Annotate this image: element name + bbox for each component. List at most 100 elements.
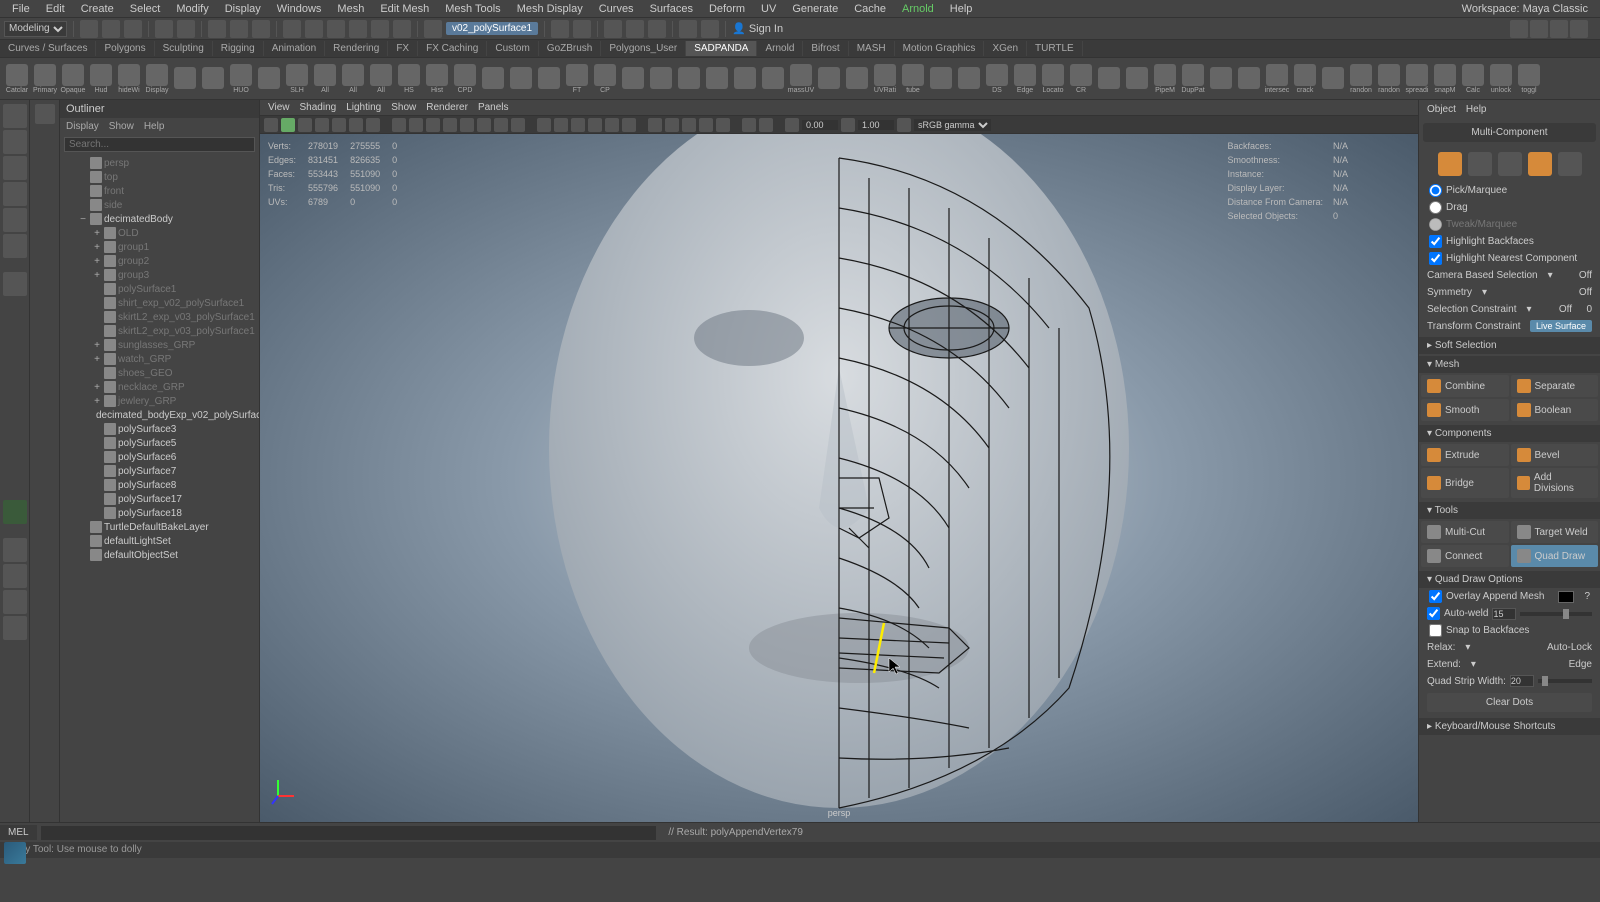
vp-gamma-icon[interactable] [841,118,855,132]
shelf-btn-Hist[interactable]: Hist [424,61,450,97]
outliner-item-side[interactable]: side [60,198,259,212]
viewport-3d[interactable]: Verts:2780192755550Edges:8314518266350Fa… [260,134,1418,822]
vp-tool-17[interactable] [554,118,568,132]
shelf-btn-FT[interactable]: FT [564,61,590,97]
outliner-item-persp[interactable]: persp [60,156,259,170]
shortcuts-section[interactable]: ▸ Keyboard/Mouse Shortcuts [1419,718,1600,735]
outliner-item-polysurface8[interactable]: polySurface8 [60,478,259,492]
redo-icon[interactable] [177,20,195,38]
quad-draw-button[interactable]: Quad Draw [1511,545,1599,567]
shelf-btn-icon[interactable] [676,61,702,97]
vp-colorspace-dropdown[interactable]: sRGB gamma [914,119,991,131]
shelf-btn-spreadi[interactable]: spreadi [1404,61,1430,97]
quad-draw-options-section[interactable]: ▾ Quad Draw Options [1419,571,1600,588]
extrude-button[interactable]: Extrude [1421,444,1509,466]
mesh-section[interactable]: ▾ Mesh [1419,356,1600,373]
strip-width-value[interactable] [1510,675,1534,687]
uv-mode-icon[interactable] [1558,152,1582,176]
pick-marquee-radio[interactable] [1429,184,1442,197]
outliner-item-group3[interactable]: +group3 [60,268,259,282]
shelf-tab-gozbrush[interactable]: GoZBrush [539,41,602,56]
menu-cache[interactable]: Cache [846,1,894,17]
vp-tool-7[interactable] [366,118,380,132]
panel-layout-icon[interactable] [701,20,719,38]
shelf-tab-arnold[interactable]: Arnold [757,41,803,56]
add-divisions-button[interactable]: Add Divisions [1511,468,1599,498]
shelf-btn-All[interactable]: All [340,61,366,97]
sel-constraint-value[interactable]: Off [1559,304,1572,315]
outliner-item-shoesgeo[interactable]: shoes_GEO [60,366,259,380]
shelf-btn-icon[interactable] [760,61,786,97]
shelf-tab-sadpanda[interactable]: SADPANDA [686,41,757,56]
outliner-menu-display[interactable]: Display [66,121,99,132]
autoweld-value[interactable] [1492,608,1516,620]
ipr-icon[interactable] [626,20,644,38]
snap-center-icon[interactable] [393,20,411,38]
live-surface-badge[interactable]: Live Surface [1530,320,1592,332]
outliner-menu-show[interactable]: Show [109,121,134,132]
shelf-btn-icon[interactable] [256,61,282,97]
shelf-btn-icon[interactable] [1096,61,1122,97]
mel-label[interactable]: MEL [0,825,37,840]
shelf-btn-Catclar[interactable]: Catclar [4,61,30,97]
construction-icon[interactable] [573,20,591,38]
shelf-tab-fx[interactable]: FX [388,41,418,56]
outliner-item-old[interactable]: +OLD [60,226,259,240]
menu-windows[interactable]: Windows [269,1,330,17]
vp-tool-12[interactable] [460,118,474,132]
snap-live-icon[interactable] [371,20,389,38]
outliner-item-polysurface6[interactable]: polySurface6 [60,450,259,464]
sel-component-icon[interactable] [252,20,270,38]
shelf-tab-rendering[interactable]: Rendering [325,41,388,56]
shelf-btn-HUO[interactable]: HUO [228,61,254,97]
vp-tool-21[interactable] [622,118,636,132]
vp-tool-9[interactable] [409,118,423,132]
shelf-btn-icon[interactable] [1320,61,1346,97]
soft-selection-section[interactable]: ▸ Soft Selection [1419,337,1600,354]
vp-tool-13[interactable] [477,118,491,132]
vp-tool-18[interactable] [571,118,585,132]
vp-tool-8[interactable] [392,118,406,132]
right-icon-3[interactable] [1550,20,1568,38]
shelf-tab-bifrost[interactable]: Bifrost [803,41,848,56]
outliner-item-group2[interactable]: +group2 [60,254,259,268]
highlight-backfaces-check[interactable] [1429,235,1442,248]
menu-set-dropdown[interactable]: Modeling [4,21,67,37]
strip-width-slider[interactable] [1538,679,1592,683]
shelf-btn-icon[interactable] [508,61,534,97]
vp-menu-lighting[interactable]: Lighting [346,102,381,113]
vp-gamma-value[interactable]: 1.00 [858,120,894,130]
shelf-btn-DupPat[interactable]: DupPat [1180,61,1206,97]
shelf-tab-mash[interactable]: MASH [849,41,895,56]
menu-file[interactable]: File [4,1,38,17]
shelf-btn-intersec[interactable]: intersec [1264,61,1290,97]
layout-persp-icon[interactable] [3,616,27,640]
vp-tool-20[interactable] [605,118,619,132]
menu-generate[interactable]: Generate [784,1,846,17]
shelf-btn-icon[interactable] [1124,61,1150,97]
shelf-btn-HS[interactable]: HS [396,61,422,97]
outliner-item-jewlerygrp[interactable]: +jewlery_GRP [60,394,259,408]
shelf-tab-curvessurfaces[interactable]: Curves / Surfaces [0,41,96,56]
shelf-btn-Primary[interactable]: Primary [32,61,58,97]
command-input[interactable] [41,826,657,840]
shelf-btn-icon[interactable] [844,61,870,97]
vp-tool-26[interactable] [716,118,730,132]
vp-menu-panels[interactable]: Panels [478,102,509,113]
outliner-toggle-icon[interactable] [35,104,55,124]
shelf-btn-icon[interactable] [732,61,758,97]
shelf-btn-icon[interactable] [648,61,674,97]
vp-exposure-icon[interactable] [785,118,799,132]
outliner-item-skirtl2expv03polysurface1[interactable]: skirtL2_exp_v03_polySurface1 [60,310,259,324]
object-mode-icon[interactable] [1438,152,1462,176]
menu-deform[interactable]: Deform [701,1,753,17]
vp-exposure-value[interactable]: 0.00 [802,120,838,130]
clear-dots-button[interactable]: Clear Dots [1427,693,1592,712]
last-tool-icon[interactable] [3,272,27,296]
vp-tool-14[interactable] [494,118,508,132]
menu-surfaces[interactable]: Surfaces [642,1,701,17]
shelf-btn-tube[interactable]: tube [900,61,926,97]
vp-menu-shading[interactable]: Shading [300,102,337,113]
layout-vert-icon[interactable] [3,590,27,614]
shelf-tab-sculpting[interactable]: Sculpting [155,41,213,56]
